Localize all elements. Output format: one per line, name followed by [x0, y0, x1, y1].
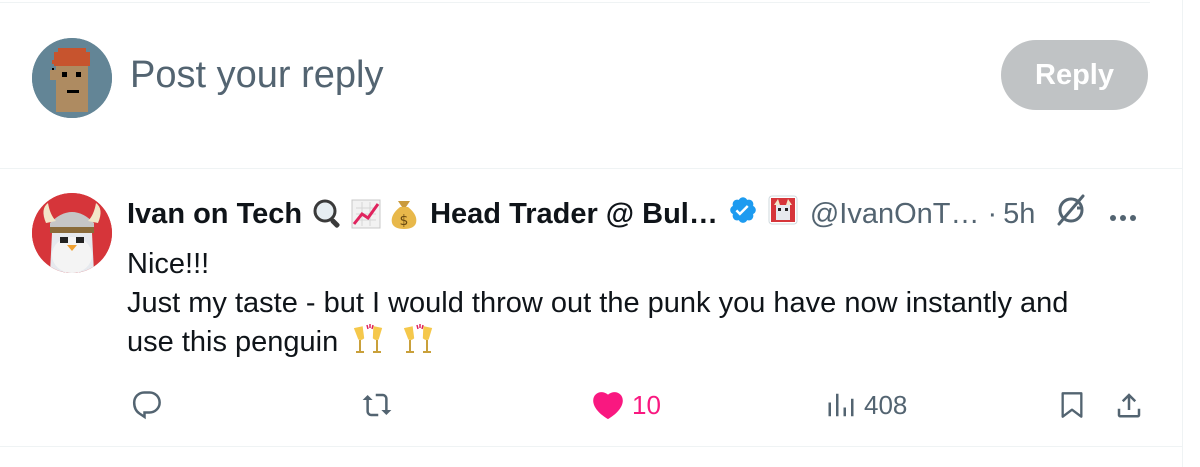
svg-text:$: $: [400, 213, 409, 229]
composer-divider: [0, 168, 1182, 169]
my-avatar[interactable]: [32, 38, 112, 118]
author-handle[interactable]: @IvanOnT…: [810, 198, 980, 231]
chart-increasing-emoji: [350, 198, 382, 230]
tweet-header: Ivan on Tech $ Head Trader @ Bul… @IvanO…: [127, 194, 1157, 234]
verified-badge-icon[interactable]: [728, 195, 758, 233]
money-bag-emoji: $: [388, 197, 420, 231]
viking-avatar-image: [32, 193, 112, 273]
reply-button[interactable]: Reply: [1001, 40, 1148, 110]
author-name[interactable]: Ivan on Tech: [127, 198, 302, 231]
author-title[interactable]: Head Trader @ Bul…: [430, 198, 718, 231]
tweet-text-line1: Nice!!!: [127, 248, 210, 280]
more-options-icon[interactable]: [1109, 198, 1137, 231]
heart-icon: [593, 392, 623, 420]
bookmark-action[interactable]: [1058, 380, 1086, 430]
clinking-glasses-emoji: [400, 323, 438, 366]
punk-avatar-image: [32, 38, 112, 118]
views-count: 408: [864, 389, 908, 420]
bookmark-icon: [1061, 392, 1083, 418]
timestamp[interactable]: 5h: [1003, 198, 1035, 231]
repost-action[interactable]: [360, 380, 394, 430]
views-icon: [828, 393, 854, 417]
reply-composer: Reply: [0, 0, 1182, 168]
share-action[interactable]: [1114, 380, 1144, 430]
right-border: [1182, 0, 1183, 467]
tweet-text-line3: use this penguin: [127, 323, 1147, 366]
tweet-actions: 10 408: [0, 380, 1182, 430]
like-action[interactable]: 10: [592, 380, 661, 430]
like-count: 10: [632, 389, 661, 420]
tweet-text-line2: Just my taste - but I would throw out th…: [127, 287, 1069, 319]
separator-dot: ·: [987, 197, 998, 230]
grok-icon[interactable]: [1053, 192, 1089, 236]
reply-action[interactable]: [132, 380, 162, 430]
reply-icon: [132, 391, 161, 420]
affiliate-badge-icon[interactable]: [768, 195, 798, 233]
views-action[interactable]: 408: [826, 380, 907, 430]
share-icon: [1117, 393, 1141, 418]
tweet-text-line3-text: use this penguin: [127, 326, 339, 358]
clinking-glasses-emoji: [350, 323, 388, 366]
repost-icon: [362, 393, 392, 417]
bottom-divider: [0, 446, 1182, 447]
author-avatar[interactable]: [32, 193, 112, 273]
magnifier-emoji: [312, 198, 344, 230]
tweet-text: Nice!!! Just my taste - but I would thro…: [127, 245, 1147, 366]
reply-input[interactable]: [130, 50, 970, 100]
